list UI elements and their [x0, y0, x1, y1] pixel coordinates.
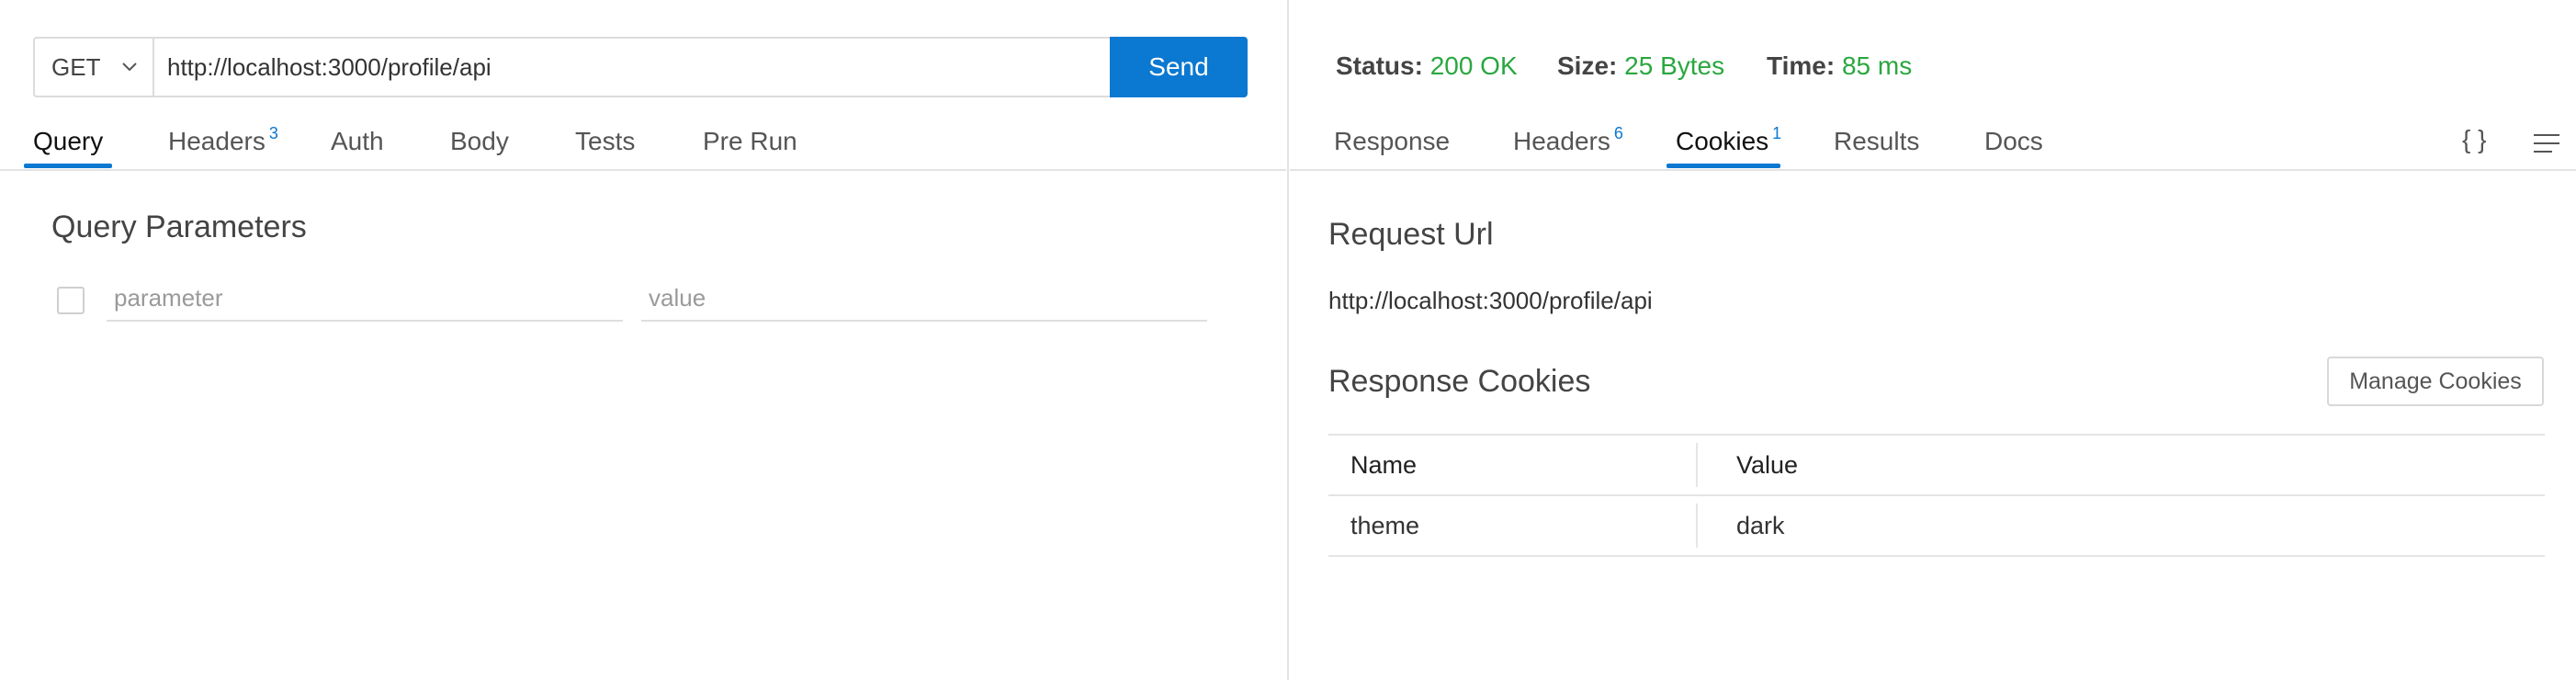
tab-label: Cookies: [1676, 127, 1769, 155]
tab-label: Pre Run: [703, 127, 797, 155]
tab-label: Response: [1334, 127, 1451, 155]
tab-badge: 6: [1613, 124, 1623, 142]
status-value: 200 OK: [1429, 51, 1518, 80]
tab-badge: 1: [1772, 124, 1782, 142]
active-tab-indicator: [24, 164, 112, 168]
cookie-name-cell: theme: [1350, 511, 1420, 539]
tab-label: Headers: [1513, 127, 1610, 155]
table-header-row: Name Value: [1328, 434, 2545, 496]
send-button[interactable]: Send: [1110, 37, 1248, 97]
request-pane: GET http://localhost:3000/profile/api Se…: [0, 0, 1286, 680]
tab-response-headers[interactable]: Headers 6: [1513, 124, 1623, 169]
tab-label: Auth: [331, 127, 384, 155]
table-row: theme dark: [1328, 496, 2545, 557]
tab-cookies[interactable]: Cookies 1: [1676, 124, 1782, 169]
tab-auth[interactable]: Auth: [331, 125, 384, 169]
manage-cookies-button[interactable]: Manage Cookies: [2327, 357, 2544, 406]
request-url-value: http://localhost:3000/profile/api: [1328, 287, 1653, 314]
time-info: Time: 85 ms: [1767, 51, 1912, 81]
column-header-name: Name: [1350, 450, 1418, 479]
query-params-title: Query Parameters: [51, 210, 307, 244]
url-value: http://localhost:3000/profile/api: [167, 52, 491, 81]
cookie-value-cell: dark: [1736, 511, 1785, 539]
tab-query[interactable]: Query: [33, 125, 103, 169]
method-value: GET: [51, 52, 101, 81]
tab-response[interactable]: Response: [1334, 125, 1450, 169]
column-divider: [1696, 504, 1698, 548]
pane-divider[interactable]: [1287, 0, 1289, 680]
size-value: 25 Bytes: [1624, 51, 1725, 80]
tab-body[interactable]: Body: [450, 125, 509, 169]
tab-label: Headers: [168, 127, 266, 155]
column-header-value: Value: [1736, 450, 1799, 479]
param-value-input[interactable]: value: [641, 281, 1207, 322]
tab-label: Query: [33, 127, 104, 155]
tabs-divider: [1290, 169, 2576, 171]
param-checkbox[interactable]: [57, 287, 85, 314]
column-divider[interactable]: [1696, 443, 1698, 487]
hamburger-icon[interactable]: [2534, 132, 2559, 154]
cookies-table: Name Value theme dark: [1328, 434, 2545, 557]
url-input[interactable]: http://localhost:3000/profile/api: [153, 37, 1112, 97]
status-info: Status: 200 OK: [1336, 51, 1518, 81]
tab-results[interactable]: Results: [1834, 125, 1919, 169]
tab-label: Tests: [575, 127, 636, 155]
time-value: 85 ms: [1841, 51, 1913, 80]
request-url-title: Request Url: [1328, 217, 1494, 252]
active-tab-indicator: [1666, 164, 1780, 168]
tab-label: Docs: [1984, 127, 2043, 155]
tab-docs[interactable]: Docs: [1984, 125, 2043, 169]
tab-headers[interactable]: Headers 3: [168, 124, 278, 169]
tab-tests[interactable]: Tests: [575, 125, 635, 169]
status-label: Status:: [1336, 51, 1423, 80]
response-cookies-title: Response Cookies: [1328, 364, 1591, 399]
method-select[interactable]: GET: [33, 37, 154, 97]
tab-label: Body: [450, 127, 509, 155]
param-name-input[interactable]: parameter: [107, 281, 623, 322]
chevron-down-icon: [122, 62, 137, 72]
json-format-icon[interactable]: { }: [2462, 125, 2486, 154]
time-label: Time:: [1767, 51, 1836, 80]
tab-badge: 3: [268, 124, 278, 142]
tab-label: Results: [1834, 127, 1920, 155]
size-info: Size: 25 Bytes: [1557, 51, 1724, 81]
size-label: Size:: [1557, 51, 1618, 80]
tab-pre-run[interactable]: Pre Run: [703, 125, 797, 169]
tabs-divider: [0, 169, 1286, 171]
